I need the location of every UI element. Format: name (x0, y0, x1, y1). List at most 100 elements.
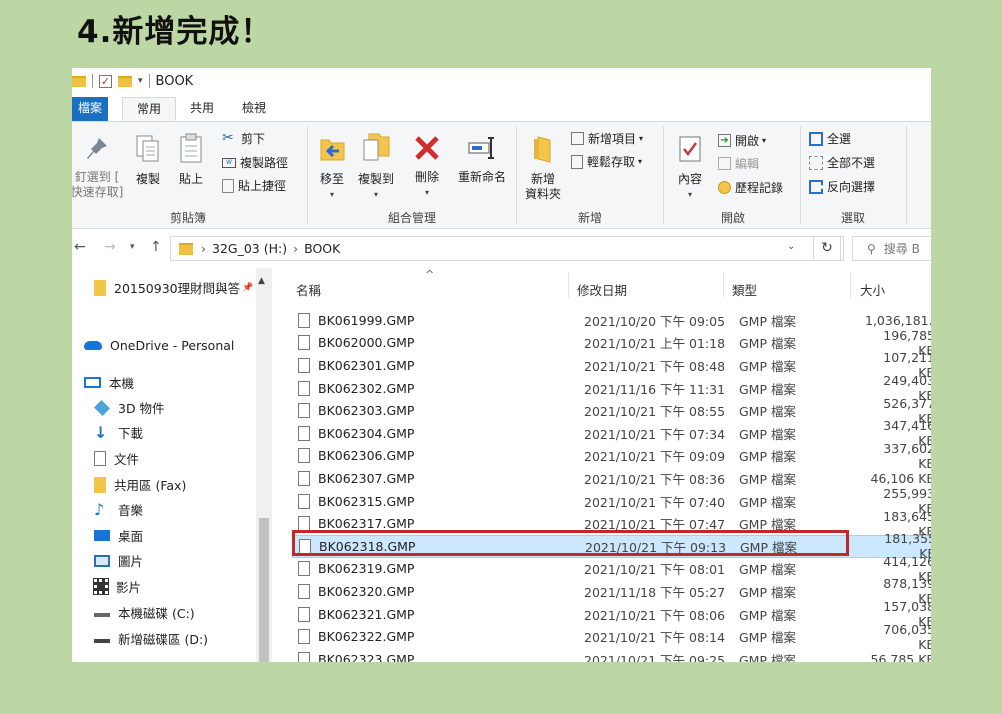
file-row[interactable]: BK062302.GMP 2021/11/16 下午 11:31 GMP 檔案 249… (292, 373, 931, 403)
file-type: GMP 檔案 (739, 381, 796, 397)
file-row[interactable]: BK062320.GMP 2021/11/18 下午 05:27 GMP 檔案 878… (292, 576, 931, 606)
nav-label: 桌面 (118, 529, 144, 544)
column-header-name[interactable]: 名稱 (296, 280, 321, 299)
chevron-down-icon[interactable]: ▾ (639, 134, 643, 143)
copy-to-button[interactable]: 複製到 ▾ (354, 130, 398, 202)
nav-item-pictures[interactable]: 圖片 (94, 551, 143, 570)
search-input[interactable]: ⚲ 搜尋 B (852, 236, 931, 261)
copy-icon (136, 135, 159, 162)
nav-scrollbar-thumb[interactable] (259, 518, 269, 662)
copy-path-button[interactable]: W 複製路徑 (222, 154, 288, 171)
column-header-type[interactable]: 類型 (732, 280, 757, 299)
copy-label: 複製 (135, 172, 160, 186)
divider[interactable] (568, 272, 569, 298)
file-row[interactable]: BK062319.GMP 2021/10/21 下午 08:01 GMP 檔案 414… (292, 554, 931, 584)
select-group-label: 選取 (840, 211, 865, 225)
paste-button[interactable]: 貼上 (174, 132, 208, 187)
breadcrumb-folder[interactable]: BOOK (304, 241, 340, 256)
nav-item-this-pc[interactable]: 本機 (84, 373, 134, 392)
nav-item-downloads[interactable]: ↓ 下載 (94, 423, 143, 442)
tab-view[interactable]: 檢視 (228, 97, 280, 121)
divider[interactable] (723, 272, 724, 298)
file-row[interactable]: BK062301.GMP 2021/10/21 下午 08:48 GMP 檔案 107… (292, 350, 931, 380)
file-type: GMP 檔案 (739, 607, 796, 623)
file-row[interactable]: BK062000.GMP 2021/10/21 上午 01:18 GMP 檔案 196… (292, 328, 931, 358)
file-name: BK062315.GMP (318, 493, 415, 509)
nav-item-shared[interactable]: 共用區 (Fax) (94, 475, 186, 494)
breadcrumb-drive[interactable]: 32G_03 (H:) (212, 241, 287, 256)
nav-item-music[interactable]: ♪ 音樂 (94, 500, 143, 519)
back-arrow-icon[interactable]: ← (74, 239, 86, 255)
chevron-down-icon[interactable]: ▾ (672, 187, 708, 202)
file-row[interactable]: BK062306.GMP 2021/10/21 下午 09:09 GMP 檔案 337… (292, 441, 931, 471)
refresh-icon: ↻ (821, 240, 833, 256)
nav-item-videos[interactable]: 影片 (93, 577, 141, 596)
tab-file[interactable]: 檔案 (72, 97, 109, 121)
new-item-button[interactable]: 新增項目 ▾ (571, 130, 643, 147)
chevron-down-icon[interactable]: ▾ (314, 187, 350, 202)
copy-button[interactable]: 複製 (130, 134, 166, 187)
chevron-down-icon[interactable]: ▾ (638, 157, 642, 166)
nav-label: 文件 (114, 452, 140, 467)
file-row[interactable]: BK062321.GMP 2021/10/21 下午 08:06 GMP 檔案 157… (292, 599, 931, 629)
chevron-down-icon[interactable]: ▾ (354, 187, 398, 202)
edit-label: 編輯 (735, 157, 760, 171)
chevron-down-icon[interactable]: ▾ (130, 242, 135, 252)
chevron-right-icon[interactable]: › (201, 241, 206, 256)
select-none-button[interactable]: 全部不選 (809, 154, 875, 171)
move-to-button[interactable]: 移至 ▾ (314, 134, 350, 202)
chevron-down-icon[interactable]: ▾ (762, 136, 766, 145)
delete-button[interactable]: 刪除 ▾ (410, 134, 444, 200)
paste-shortcut-button[interactable]: 貼上捷徑 (222, 177, 286, 194)
nav-label: 音樂 (118, 503, 144, 518)
nav-item-onedrive[interactable]: OneDrive - Personal (84, 338, 234, 353)
rename-button[interactable]: 重新命名 (452, 134, 512, 185)
file-row[interactable]: BK062322.GMP 2021/10/21 下午 08:14 GMP 檔案 706… (292, 622, 931, 652)
nav-item-pinned[interactable]: 20150930理財問與答 📌 (94, 278, 253, 297)
file-row[interactable]: BK062323.GMP 2021/10/21 下午 09:25 GMP 檔案 56,… (292, 648, 931, 662)
pin-quick-access-button[interactable]: 釘選到 [ 快速存取] (72, 136, 126, 200)
cut-button[interactable]: ✂ 剪下 (222, 130, 265, 147)
file-size: 1,036,181... (865, 312, 931, 328)
easy-access-button[interactable]: 輕鬆存取 ▾ (571, 153, 642, 170)
nav-item-documents[interactable]: 文件 (94, 449, 139, 468)
nav-item-3d-objects[interactable]: 3D 物件 (94, 398, 165, 417)
file-row[interactable]: BK062304.GMP 2021/10/21 下午 07:34 GMP 檔案 347… (292, 418, 931, 448)
edit-button[interactable]: 編輯 (718, 155, 759, 172)
tab-share[interactable]: 共用 (176, 97, 228, 121)
nav-item-desktop[interactable]: 桌面 (94, 526, 143, 545)
file-row[interactable]: BK062303.GMP 2021/10/21 下午 08:55 GMP 檔案 526… (292, 396, 931, 426)
history-button[interactable]: 歷程記錄 (718, 179, 783, 196)
chevron-down-icon[interactable]: ⌄ (787, 241, 795, 252)
tab-home[interactable]: 常用 (122, 97, 177, 121)
new-folder-button[interactable]: 新增 資料夾 (519, 134, 567, 202)
open-button[interactable]: ➔ 開啟 ▾ (718, 132, 766, 149)
chevron-down-icon[interactable]: ▾ (138, 76, 143, 86)
chevron-up-icon[interactable]: ▲ (258, 276, 265, 286)
nav-item-disk-d[interactable]: 新增磁碟區 (D:) (94, 629, 208, 648)
file-row[interactable]: BK061999.GMP 2021/10/20 下午 09:05 GMP 檔案 1,0… (292, 309, 931, 332)
up-arrow-icon[interactable]: ↑ (150, 239, 162, 255)
file-row[interactable]: BK062307.GMP 2021/10/21 下午 08:36 GMP 檔案 46,… (292, 467, 931, 490)
column-header-date[interactable]: 修改日期 (577, 280, 627, 299)
download-arrow-icon: ↓ (94, 422, 108, 442)
properties-check-icon[interactable]: ✓ (99, 74, 112, 88)
file-name: BK062306.GMP (318, 448, 415, 464)
column-header-size[interactable]: 大小 (860, 280, 885, 299)
chevron-down-icon[interactable]: ▾ (410, 185, 444, 200)
properties-button[interactable]: 內容 ▾ (672, 134, 708, 202)
file-name: BK062321.GMP (318, 606, 415, 622)
nav-item-disk-c[interactable]: 本機磁碟 (C:) (94, 603, 195, 622)
organize-group-label: 組合管理 (387, 211, 436, 225)
divider[interactable] (850, 272, 851, 298)
invert-selection-button[interactable]: 反向選擇 (809, 178, 875, 195)
file-row[interactable]: BK062315.GMP 2021/10/21 下午 07:40 GMP 檔案 255… (292, 486, 931, 516)
new-folder-icon[interactable] (118, 75, 132, 87)
clipboard-group-label: 剪貼簿 (169, 211, 206, 225)
refresh-button[interactable]: ↻ (813, 236, 841, 261)
select-all-button[interactable]: 全選 (809, 130, 851, 147)
history-label: 歷程記錄 (735, 181, 784, 195)
address-bar[interactable]: › 32G_03 (H:) › BOOK (170, 236, 844, 261)
forward-arrow-icon[interactable]: → (104, 239, 116, 255)
chevron-right-icon[interactable]: › (293, 241, 298, 256)
